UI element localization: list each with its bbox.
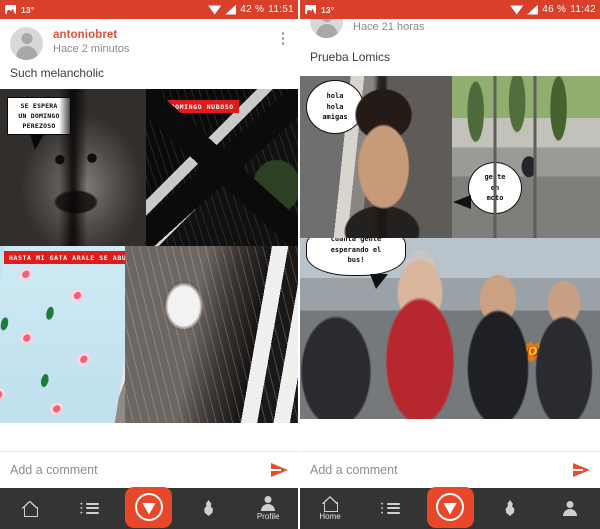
logo-mark — [134, 493, 163, 521]
comic-caption-1: SE ESPERA UN DOMINGO PEREZOSO — [7, 97, 71, 151]
status-bar-left: 13° 42 % 11:51 — [0, 0, 298, 19]
comic-panel-1[interactable]: SE ESPERA UN DOMINGO PEREZOSO — [0, 89, 147, 246]
bottom-nav-right: Home — [300, 486, 600, 529]
post-text: Such melancholic — [10, 66, 105, 80]
comic-left[interactable]: SE ESPERA UN DOMINGO PEREZOSO UN DOMINGO… — [0, 89, 298, 423]
wifi-icon — [208, 5, 222, 15]
comic-row-2: cuanta gente esperando el bus! WOW!! — [300, 238, 600, 419]
wow-sticker: WOW!! — [515, 339, 561, 362]
comic-row-1: SE ESPERA UN DOMINGO PEREZOSO UN DOMINGO… — [0, 89, 298, 246]
temperature-label: 13° — [321, 4, 335, 15]
nav-label-profile: Profile — [256, 512, 280, 521]
post-timestamp: Hace 2 minutos — [53, 43, 130, 55]
clock-label: 11:51 — [268, 4, 294, 15]
bubble-tail — [361, 117, 379, 131]
photo-icon — [305, 5, 316, 14]
bubble-tail — [369, 274, 388, 289]
nav-item-profile[interactable]: Profile — [240, 488, 296, 529]
post-text: Prueba Lomics — [310, 50, 391, 64]
post-meta: antoniobret Hace 2 minutos — [53, 27, 276, 55]
comic-row-1: hola hola amigas gente en moto — [300, 76, 600, 238]
comic-panel-1[interactable]: hola hola amigas — [300, 76, 452, 238]
avatar[interactable] — [10, 27, 43, 60]
nav-item-create[interactable] — [422, 486, 478, 529]
post-timestamp: Hace 21 horas — [353, 21, 425, 33]
overflow-menu-icon[interactable] — [276, 27, 290, 45]
comic-banner-2: UN DOMINGO NUBOSO — [152, 100, 239, 113]
nav-item-trending[interactable] — [482, 488, 538, 529]
status-bar-left-group: 13° — [305, 5, 334, 15]
bottom-nav-left: Profile — [0, 486, 298, 529]
comment-bar-left[interactable]: Add a comment — [0, 451, 298, 488]
temperature-label: 13° — [21, 4, 35, 15]
comic-right[interactable]: hola hola amigas gente en moto cuanta ge… — [300, 76, 600, 419]
list-icon — [79, 502, 99, 515]
nav-item-home[interactable]: Home — [302, 488, 358, 529]
lomics-logo-icon[interactable] — [426, 486, 474, 528]
post-header-left: antoniobret Hace 2 minutos — [0, 19, 298, 64]
comic-row-2: HASTA MI GATA ARALE SE ABURRE — [0, 246, 298, 423]
flame-icon — [505, 500, 515, 516]
signal-icon — [527, 4, 539, 15]
comic-panel-3[interactable]: HASTA MI GATA ARALE SE ABURRE — [0, 246, 298, 423]
bubble-tail — [453, 195, 471, 209]
nav-item-trending[interactable] — [181, 488, 237, 529]
nav-item-create[interactable] — [121, 486, 177, 529]
person-icon — [563, 501, 578, 516]
battery-label: 46 % — [542, 4, 567, 15]
list-icon — [380, 502, 400, 515]
photo-icon — [5, 5, 16, 14]
nav-item-list[interactable] — [61, 488, 117, 529]
comic-panel-3[interactable]: cuanta gente esperando el bus! WOW!! — [300, 238, 600, 419]
comic-panel-2[interactable]: UN DOMINGO NUBOSO — [146, 89, 298, 246]
comment-bar-right[interactable]: Add a comment — [300, 451, 600, 488]
comic-bubble-2: gente en moto — [453, 162, 522, 214]
status-bar-right: 13° 46 % 11:42 — [300, 0, 600, 19]
status-bar-left-group: 13° — [5, 5, 34, 15]
comic-panel-2[interactable]: gente en moto — [452, 76, 600, 238]
phone-screen-left: 13° 42 % 11:51 antoniobret Hace 2 minuto… — [0, 0, 300, 529]
send-icon[interactable] — [573, 463, 590, 477]
signal-icon — [225, 4, 237, 15]
home-icon — [322, 496, 339, 512]
comment-input[interactable]: Add a comment — [310, 463, 573, 477]
nav-item-home[interactable] — [2, 488, 58, 529]
post-username[interactable]: antoniobret — [53, 29, 276, 41]
logo-mark — [436, 493, 464, 521]
person-icon — [261, 496, 276, 511]
comic-banner-3: HASTA MI GATA ARALE SE ABURRE — [4, 251, 145, 264]
nav-item-list[interactable] — [362, 488, 418, 529]
wifi-icon — [510, 5, 524, 15]
battery-label: 42 % — [240, 4, 265, 15]
clock-label: 11:42 — [570, 4, 596, 15]
send-icon[interactable] — [271, 463, 288, 477]
comment-input[interactable]: Add a comment — [10, 463, 271, 477]
lomics-logo-icon[interactable] — [125, 486, 173, 528]
screenshot-pair: 13° 42 % 11:51 antoniobret Hace 2 minuto… — [0, 0, 600, 529]
comic-bubble-3: cuanta gente esperando el bus! — [306, 238, 406, 289]
comic-bubble-1: hola hola amigas — [306, 80, 379, 134]
home-icon — [21, 501, 38, 517]
status-bar-right-group: 42 % 11:51 — [208, 4, 294, 15]
flame-icon — [204, 500, 213, 516]
nav-label-home: Home — [319, 512, 341, 521]
nav-item-profile[interactable] — [542, 488, 598, 529]
phone-screen-right: 13° 46 % 11:42 Hace 21 horas Prueba Lomi… — [300, 0, 600, 529]
status-bar-right-group: 46 % 11:42 — [510, 4, 596, 15]
